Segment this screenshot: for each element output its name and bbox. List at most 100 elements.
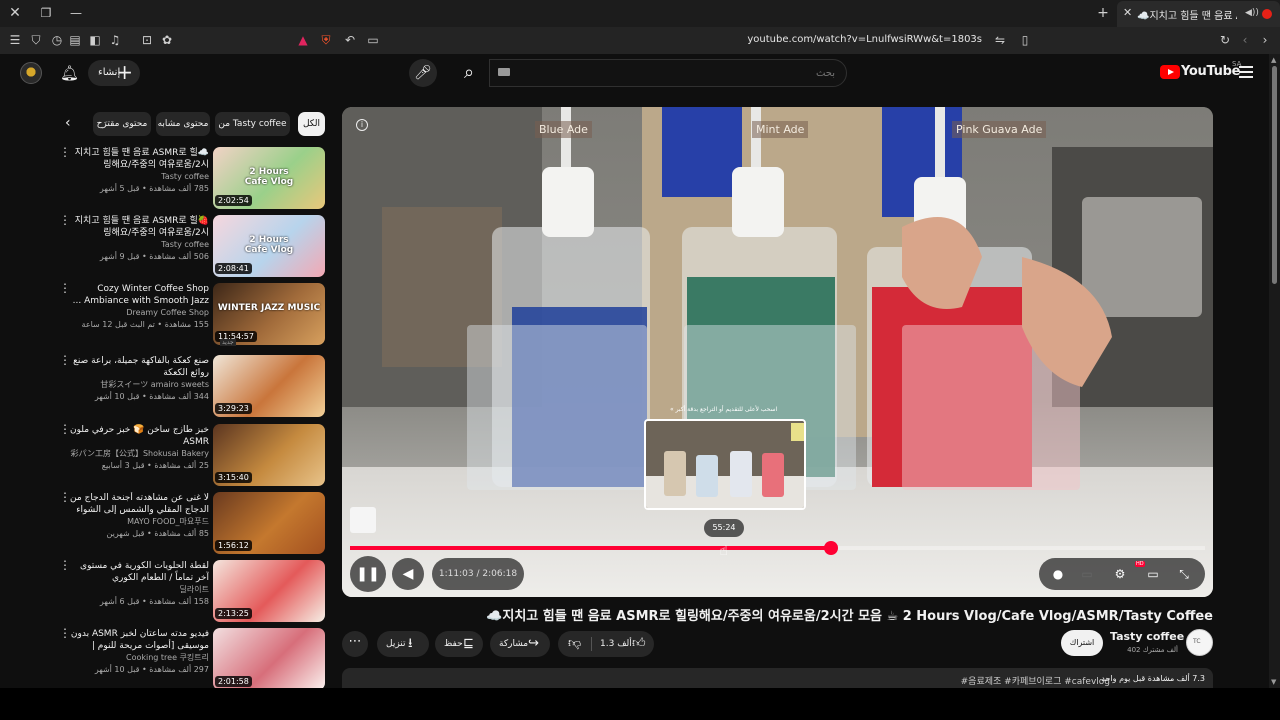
recommendation-channel[interactable]: MAYO FOOD_마요푸드 <box>70 516 209 528</box>
more-options-icon[interactable]: ⋮ <box>59 423 71 435</box>
menu-icon[interactable]: ☰ <box>7 32 23 48</box>
fullscreen-icon[interactable]: ⤡ <box>1176 566 1192 582</box>
recommendation-title[interactable]: لا غنى عن مشاهدته أجنحة الدجاج من الدجاج… <box>70 492 209 516</box>
recommendation-channel[interactable]: Cooking tree 쿠킹트리 <box>70 652 209 664</box>
chip-similar[interactable]: محتوى مشابه <box>156 112 210 136</box>
recommendation-thumbnail[interactable]: 2 Hours Cafe Vlog 2:08:41 <box>213 215 325 277</box>
address-bar[interactable]: youtube.com/watch?v=LnulfwsiRWw&t=1803s … <box>285 30 1040 51</box>
channel-avatar[interactable] <box>1186 629 1213 656</box>
pause-button[interactable]: ❚❚ <box>350 556 386 592</box>
recommendation-channel[interactable]: Tasty coffee <box>70 171 209 183</box>
scroll-down-icon[interactable]: ▼ <box>1271 678 1276 686</box>
more-options-icon[interactable]: ⋮ <box>59 282 71 294</box>
more-options-icon[interactable]: ⋮ <box>59 146 71 158</box>
scrollbar-thumb[interactable] <box>1272 66 1277 284</box>
page-scrollbar[interactable]: ▲ ▼ <box>1269 54 1280 688</box>
recommendation-title[interactable]: لقطة الحلويات الكورية في مستوى آخر تماما… <box>70 560 209 584</box>
site-settings-icon[interactable]: ⇋ <box>992 32 1008 48</box>
recommendation-title[interactable]: صنع كعكة بالفاكهة جميلة، براعة صنع روائع… <box>70 355 209 379</box>
settings-gear-icon[interactable]: ⚙ <box>1112 566 1128 582</box>
recommendation-item[interactable]: ⋮ Cozy Winter Coffee Shop Ambiance with S… <box>56 282 328 349</box>
tabs-icon[interactable]: ▤ <box>67 32 83 48</box>
minimize-window-icon[interactable]: — <box>68 5 84 21</box>
more-options-icon[interactable]: ⋮ <box>59 559 71 571</box>
subscribe-button[interactable]: اشتراك <box>1061 630 1103 656</box>
more-options-icon[interactable]: ⋮ <box>59 491 71 503</box>
progress-scrubber-handle[interactable] <box>824 541 839 555</box>
voice-search-mic-icon[interactable]: 🎤︎ <box>409 59 437 87</box>
recommendation-channel[interactable]: 딜라이트 <box>70 584 209 596</box>
share-button[interactable]: مشاركة ↪ <box>490 631 550 657</box>
scroll-up-icon[interactable]: ▲ <box>1271 56 1276 64</box>
screenshot-icon[interactable]: ⊡ <box>139 32 155 48</box>
active-tab[interactable]: ✕ ☁️지치고 힘들 땐 음료 ASMR로 힐링해요/주중의 여유로움/2시간 … <box>1117 1 1280 27</box>
account-avatar[interactable] <box>20 62 42 84</box>
like-count[interactable]: 1.3 ألف <box>600 631 632 657</box>
recommendation-thumbnail[interactable]: 2 Hours Cafe Vlog 2:02:54 <box>213 147 325 209</box>
bookmark-icon[interactable]: ▯ <box>1017 32 1033 48</box>
recommendation-thumbnail[interactable]: 2:01:58 <box>213 628 325 690</box>
recommendation-channel[interactable]: Tasty coffee <box>70 239 209 251</box>
recommendation-item[interactable]: ⋮ صنع كعكة بالفاكهة جميلة، براعة صنع روائ… <box>56 354 328 421</box>
chevron-left-icon[interactable]: ‹ <box>65 115 71 131</box>
recommendation-item[interactable]: ⋮ فيديو مدته ساعتان لخبز ASMR بدون موسيقى… <box>56 627 328 694</box>
time-display[interactable]: 1:11:03 / 2:06:18 <box>432 558 524 590</box>
recommendation-item[interactable]: ⋮ لقطة الحلويات الكورية في مستوى آخر تمام… <box>56 559 328 626</box>
more-options-icon[interactable]: ⋮ <box>59 627 71 639</box>
dislike-button-icon[interactable]: 👎︎ <box>568 631 581 657</box>
sidebar-icon[interactable]: ◧ <box>87 32 103 48</box>
create-button[interactable]: إنشاء + <box>88 60 140 86</box>
close-tab-icon[interactable]: ✕ <box>1123 6 1132 19</box>
recommendation-channel[interactable]: Dreamy Coffee Shop <box>70 307 209 319</box>
restore-window-icon[interactable]: ❐ <box>38 5 54 21</box>
theater-mode-icon[interactable]: ▭ <box>1145 566 1161 582</box>
progress-bar[interactable] <box>350 541 1205 555</box>
video-player[interactable]: Blue Ade Mint Ade Pink Guava Ade i « اسح… <box>342 107 1213 597</box>
subtitles-icon[interactable]: ▭ <box>1079 566 1095 582</box>
recommendation-item[interactable]: ⋮ ☁️지치고 힘들 땐 음료 ASMR로 힐링해요/주중의 여유로움/2시 Tas… <box>56 146 328 213</box>
extensions-icon[interactable]: ✿ <box>159 32 175 48</box>
recommendation-thumbnail[interactable]: WINTER JAZZ MUSIC 11:54:57 <box>213 283 325 345</box>
search-icon[interactable]: ⌕ <box>450 59 488 87</box>
recommendation-title[interactable]: 🍓지치고 힘들 땐 음료 ASMR로 힐링해요/주중의 여유로움/2시 <box>70 215 209 239</box>
back-icon[interactable]: ‹ <box>1237 32 1253 48</box>
download-button[interactable]: تنزيل ⭳ <box>377 631 429 657</box>
search-input[interactable] <box>500 64 835 82</box>
audio-playing-icon[interactable]: ◀)) <box>1245 8 1259 18</box>
more-actions-button[interactable]: ⋯ <box>342 631 368 657</box>
history-icon[interactable]: ◷ <box>49 32 65 48</box>
reload-icon[interactable]: ↻ <box>1217 32 1233 48</box>
recommendation-thumbnail[interactable]: 3:29:23 <box>213 355 325 417</box>
recommendation-item[interactable]: ⋮ 🍓지치고 힘들 땐 음료 ASMR로 힐링해요/주중의 여유로움/2시 Tast… <box>56 214 328 281</box>
recommendation-thumbnail[interactable]: 3:15:40 <box>213 424 325 486</box>
recommendation-title[interactable]: خبز طازج ساخن 🍞 خبز حرفي ملون ASMR <box>70 424 209 448</box>
recommendation-item[interactable]: ⋮ خبز طازج ساخن 🍞 خبز حرفي ملون ASMR 食彩パン工… <box>56 423 328 490</box>
channel-name[interactable]: Tasty coffee <box>1110 630 1184 643</box>
recommendation-channel[interactable]: 甘彩スイーツ amairo sweets <box>70 379 209 391</box>
more-options-icon[interactable]: ⋮ <box>59 354 71 366</box>
close-window-icon[interactable]: ✕ <box>7 5 23 21</box>
music-icon[interactable]: ♫ <box>107 32 123 48</box>
recommendation-channel[interactable]: 食彩パン工房【公式】Shokusai Bakery ... <box>70 448 209 460</box>
info-icon[interactable]: i <box>356 119 368 131</box>
forward-icon[interactable]: › <box>1257 32 1273 48</box>
recommendation-title[interactable]: فيديو مدته ساعتان لخبز ASMR بدون موسيقى … <box>70 628 209 652</box>
recommendation-item[interactable]: ⋮ لا غنى عن مشاهدته أجنحة الدجاج من الدجا… <box>56 491 328 558</box>
recommendation-thumbnail[interactable]: 1:56:12 <box>213 492 325 554</box>
guide-menu-icon[interactable] <box>1239 66 1253 78</box>
save-button[interactable]: حفظ ⊑ <box>435 631 483 657</box>
recommendation-title[interactable]: ☁️지치고 힘들 땐 음료 ASMR로 힐링해요/주중의 여유로움/2시 <box>70 147 209 171</box>
recommendation-title[interactable]: Cozy Winter Coffee Shop Ambiance with Sm… <box>70 283 209 307</box>
channel-watermark[interactable] <box>350 507 376 533</box>
chip-from-channel[interactable]: من Tasty coffee <box>215 112 290 136</box>
chip-suggested[interactable]: محتوى مقترَح <box>93 112 151 136</box>
autoplay-toggle-icon[interactable]: ● <box>1050 566 1066 582</box>
new-tab-icon[interactable]: + <box>1095 5 1111 21</box>
chip-all[interactable]: الكل <box>298 112 325 136</box>
hashtags[interactable]: #음료제조 #카페브이로그 #cafevlog <box>961 674 1110 687</box>
more-options-icon[interactable]: ⋮ <box>59 214 71 226</box>
mute-button[interactable]: ◀︎ <box>392 558 424 590</box>
like-button-icon[interactable]: 👍︎ <box>632 631 646 657</box>
notifications-bell-icon[interactable]: 🔔︎ <box>60 64 79 82</box>
shield-icon[interactable]: ⛉ <box>28 32 44 48</box>
